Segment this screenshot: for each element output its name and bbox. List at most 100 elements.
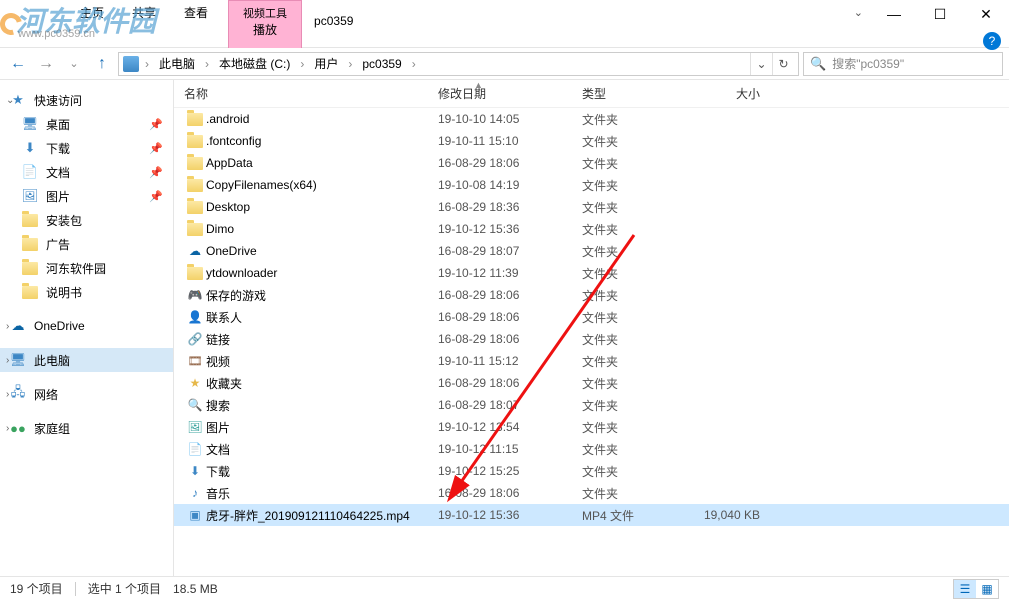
maximize-button[interactable]: ☐: [917, 0, 963, 28]
file-type: 文件夹: [582, 243, 680, 260]
file-row[interactable]: .android 19-10-10 14:05 文件夹: [174, 108, 1009, 130]
file-type: 文件夹: [582, 265, 680, 282]
file-type: 文件夹: [582, 111, 680, 128]
col-date[interactable]: 修改日期: [438, 85, 582, 102]
crumb-users[interactable]: 用户: [310, 55, 342, 72]
pin-icon: 📌: [149, 142, 163, 155]
sidebar-desktop[interactable]: 🖥桌面📌: [0, 112, 173, 136]
sidebar-folder[interactable]: 河东软件园: [0, 256, 173, 280]
col-type[interactable]: 类型: [582, 85, 680, 102]
file-name: 链接: [206, 331, 438, 348]
file-type: 文件夹: [582, 199, 680, 216]
file-name: 联系人: [206, 309, 438, 326]
file-row[interactable]: Dimo 19-10-12 15:36 文件夹: [174, 218, 1009, 240]
file-icon: 📄: [184, 442, 206, 456]
close-button[interactable]: ✕: [963, 0, 1009, 28]
file-icon: [184, 157, 206, 170]
col-name[interactable]: 名称: [184, 85, 438, 102]
file-date: 19-10-12 15:25: [438, 464, 582, 478]
sidebar-folder[interactable]: 广告: [0, 232, 173, 256]
file-name: AppData: [206, 156, 438, 170]
sidebar-documents[interactable]: 📄文档📌: [0, 160, 173, 184]
file-type: 文件夹: [582, 441, 680, 458]
file-name: ytdownloader: [206, 266, 438, 280]
file-row[interactable]: ▣ 虎牙-胖炸_201909121110464225.mp4 19-10-12 …: [174, 504, 1009, 526]
sidebar-homegroup[interactable]: ›●●家庭组: [0, 416, 173, 440]
location-icon: [123, 56, 139, 72]
help-button[interactable]: ?: [983, 32, 1001, 50]
ribbon-expand-icon[interactable]: ⌄: [854, 6, 863, 19]
file-row[interactable]: Desktop 16-08-29 18:36 文件夹: [174, 196, 1009, 218]
file-date: 19-10-12 11:39: [438, 266, 582, 280]
file-date: 16-08-29 18:36: [438, 200, 582, 214]
sidebar-folder[interactable]: 说明书: [0, 280, 173, 304]
sidebar-quick-access[interactable]: ⌄★快速访问: [0, 88, 173, 112]
file-icon: ⬇: [184, 464, 206, 478]
navigation-pane: ⌄★快速访问 🖥桌面📌 ⬇下载📌 📄文档📌 🖼图片📌 安装包 广告 河东软件园 …: [0, 80, 174, 576]
file-icon: 🖼: [184, 420, 206, 434]
sidebar-folder[interactable]: 安装包: [0, 208, 173, 232]
pin-icon: 📌: [149, 118, 163, 131]
file-name: 保存的游戏: [206, 287, 438, 304]
search-input[interactable]: 🔍 搜索"pc0359": [803, 52, 1003, 76]
refresh-button[interactable]: ↻: [772, 53, 794, 75]
status-selection-size: 18.5 MB: [173, 582, 218, 596]
file-icon: 🎞: [184, 354, 206, 368]
file-date: 16-08-29 18:06: [438, 288, 582, 302]
file-name: OneDrive: [206, 244, 438, 258]
sidebar-network[interactable]: ›🖧网络: [0, 382, 173, 406]
file-type: 文件夹: [582, 309, 680, 326]
address-bar: ← → ⌄ ↑ › 此电脑› 本地磁盘 (C:)› 用户› pc0359› ⌄ …: [0, 48, 1009, 80]
file-row[interactable]: ♪ 音乐 16-08-29 18:06 文件夹: [174, 482, 1009, 504]
file-name: .android: [206, 112, 438, 126]
crumb-thispc[interactable]: 此电脑: [155, 55, 199, 72]
file-row[interactable]: ⬇ 下载 19-10-12 15:25 文件夹: [174, 460, 1009, 482]
file-row[interactable]: 🔍 搜索 16-08-29 18:07 文件夹: [174, 394, 1009, 416]
file-row[interactable]: 🎮 保存的游戏 16-08-29 18:06 文件夹: [174, 284, 1009, 306]
file-row[interactable]: CopyFilenames(x64) 19-10-08 14:19 文件夹: [174, 174, 1009, 196]
file-row[interactable]: 📄 文档 19-10-12 11:15 文件夹: [174, 438, 1009, 460]
file-type: 文件夹: [582, 331, 680, 348]
back-button[interactable]: ←: [6, 52, 30, 76]
file-type: 文件夹: [582, 155, 680, 172]
file-name: 文档: [206, 441, 438, 458]
file-name: .fontconfig: [206, 134, 438, 148]
file-name: CopyFilenames(x64): [206, 178, 438, 192]
file-icon: ★: [184, 376, 206, 390]
view-details-button[interactable]: ☰: [954, 580, 976, 598]
forward-button[interactable]: →: [34, 52, 58, 76]
col-size[interactable]: 大小: [680, 85, 780, 102]
sidebar-pictures[interactable]: 🖼图片📌: [0, 184, 173, 208]
file-row[interactable]: .fontconfig 19-10-11 15:10 文件夹: [174, 130, 1009, 152]
sidebar-onedrive[interactable]: ›☁OneDrive: [0, 314, 173, 338]
address-dropdown-button[interactable]: ⌄: [750, 53, 772, 75]
file-row[interactable]: 🎞 视频 19-10-11 15:12 文件夹: [174, 350, 1009, 372]
file-row[interactable]: ★ 收藏夹 16-08-29 18:06 文件夹: [174, 372, 1009, 394]
file-row[interactable]: 🖼 图片 19-10-12 13:54 文件夹: [174, 416, 1009, 438]
file-name: 搜索: [206, 397, 438, 414]
file-row[interactable]: 🔗 链接 16-08-29 18:06 文件夹: [174, 328, 1009, 350]
file-icon: ♪: [184, 486, 206, 500]
crumb-current[interactable]: pc0359: [358, 57, 405, 71]
file-row[interactable]: 👤 联系人 16-08-29 18:06 文件夹: [174, 306, 1009, 328]
status-selection: 选中 1 个项目: [88, 580, 161, 597]
file-date: 16-08-29 18:06: [438, 332, 582, 346]
file-icon: [184, 179, 206, 192]
file-row[interactable]: ☁ OneDrive 16-08-29 18:07 文件夹: [174, 240, 1009, 262]
file-row[interactable]: AppData 16-08-29 18:06 文件夹: [174, 152, 1009, 174]
ribbon-tab-view[interactable]: 查看: [170, 0, 222, 48]
file-icon: [184, 267, 206, 280]
address-box[interactable]: › 此电脑› 本地磁盘 (C:)› 用户› pc0359› ⌄ ↻: [118, 52, 799, 76]
file-row[interactable]: ytdownloader 19-10-12 11:39 文件夹: [174, 262, 1009, 284]
recent-locations-button[interactable]: ⌄: [62, 52, 86, 76]
minimize-button[interactable]: —: [871, 0, 917, 28]
up-button[interactable]: ↑: [90, 52, 114, 76]
status-bar: 19 个项目 选中 1 个项目 18.5 MB ☰ ▦: [0, 576, 1009, 600]
crumb-drive[interactable]: 本地磁盘 (C:): [215, 55, 294, 72]
ribbon-context-tab[interactable]: 视频工具 播放: [228, 0, 302, 48]
file-size: 19,040 KB: [680, 508, 780, 522]
sidebar-downloads[interactable]: ⬇下载📌: [0, 136, 173, 160]
sidebar-thispc[interactable]: ›🖥此电脑: [0, 348, 173, 372]
search-icon: 🔍: [810, 56, 826, 72]
view-icons-button[interactable]: ▦: [976, 580, 998, 598]
